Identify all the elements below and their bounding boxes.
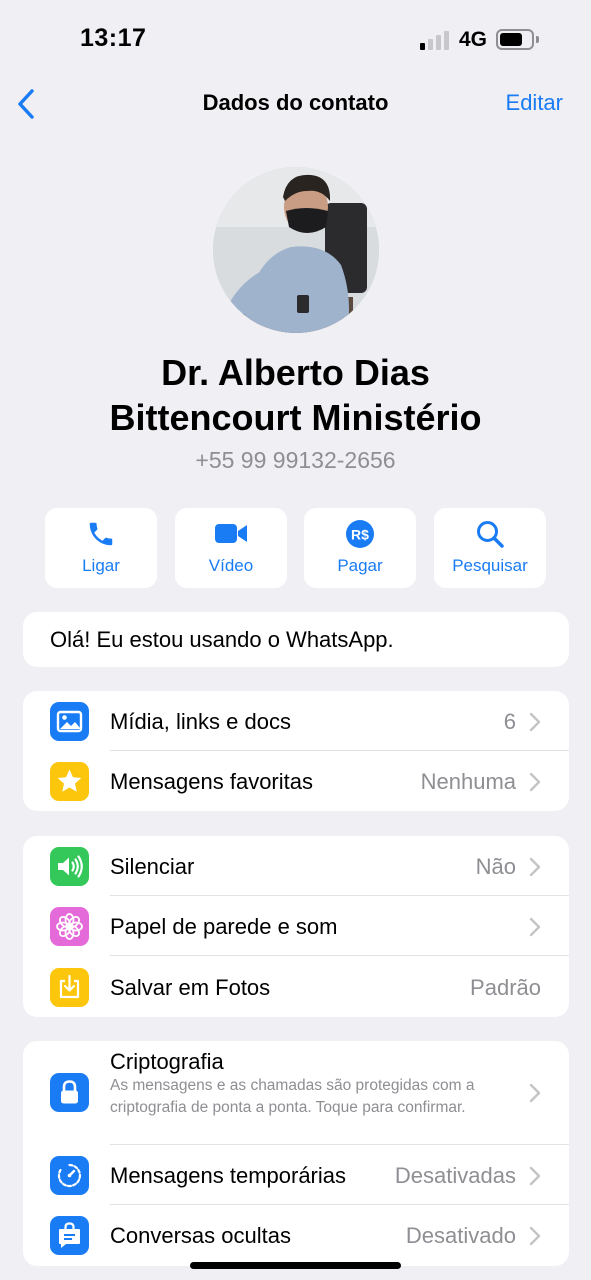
encryption-description: As mensagens e as chamadas são protegida… [110,1077,475,1116]
signal-strength-icon [420,30,452,50]
photo-icon [50,702,89,741]
save-photos-value: Padrão [470,975,541,1000]
contact-name-line-2: Bittencourt Ministério [109,397,482,438]
lock-icon [50,1073,89,1112]
media-count: 6 [503,709,516,734]
status-time: 13:17 [80,24,147,52]
chevron-right-icon [529,772,541,792]
about-text: Olá! Eu estou usando o WhatsApp. [50,627,394,652]
wallpaper-sound-row[interactable]: Papel de parede e som [23,896,569,956]
speaker-icon [50,847,89,886]
locked-chats-row[interactable]: Conversas ocultas Desativado [23,1205,569,1265]
battery-icon [496,29,534,50]
disappearing-value: Desativadas [394,1163,516,1188]
contact-phone: +55 99 99132-2656 [195,447,396,473]
battery-tip [536,36,539,43]
navigation-bar: Dados do contato Editar [0,80,591,130]
contact-name: Dr. Alberto Dias Bittencourt Ministério [0,350,591,440]
edit-button[interactable]: Editar [506,90,563,116]
save-to-photos-row[interactable]: Salvar em Fotos Padrão [23,957,569,1017]
status-bar: 13:17 4G [0,0,591,80]
call-label: Ligar [82,556,120,575]
video-camera-icon [215,524,247,543]
privacy-section: Criptografia As mensagens e as chamadas … [23,1041,569,1266]
call-button[interactable]: Ligar [45,508,157,588]
about-card[interactable]: Olá! Eu estou usando o WhatsApp. [23,612,569,667]
locked-chat-icon [50,1216,89,1255]
pay-button[interactable]: R$ Pagar [304,508,416,588]
video-label: Vídeo [208,556,254,575]
starred-messages-row[interactable]: Mensagens favoritas Nenhuma [23,751,569,811]
encryption-row[interactable]: Criptografia As mensagens e as chamadas … [23,1041,569,1145]
row-divider [110,955,569,956]
home-indicator[interactable] [190,1262,401,1269]
mute-label: Silenciar [110,854,195,879]
chevron-right-icon [529,712,541,732]
media-label: Mídia, links e docs [110,709,291,734]
encryption-label: Criptografia [110,1049,224,1074]
wallpaper-label: Papel de parede e som [110,914,338,939]
starred-label: Mensagens favoritas [110,769,313,794]
contact-avatar[interactable] [213,167,379,333]
disappearing-label: Mensagens temporárias [110,1163,347,1188]
flower-icon [50,907,89,946]
avatar-photo [213,167,379,333]
save-photos-label: Salvar em Fotos [110,975,271,1000]
chevron-right-icon [529,1083,541,1103]
action-buttons: Ligar Vídeo R$ Pagar Pesquisar [45,508,547,588]
chevron-right-icon [529,917,541,937]
chevron-right-icon [529,857,541,877]
mute-value: Não [475,854,516,879]
search-icon [477,521,504,548]
star-icon [50,762,89,801]
media-links-docs-row[interactable]: Mídia, links e docs 6 [23,691,569,751]
media-section: Mídia, links e docs 6 Mensagens favorita… [23,691,569,811]
video-button[interactable]: Vídeo [175,508,287,588]
timer-icon [50,1156,89,1195]
locked-chats-value: Desativado [405,1223,516,1248]
settings-section: Silenciar Não Papel de parede e som Salv… [23,836,569,1017]
search-button[interactable]: Pesquisar [434,508,546,588]
pay-label: Pagar [337,556,383,575]
real-currency-icon: R$ [346,520,374,548]
page-title: Dados do contato [202,90,389,115]
locked-chats-label: Conversas ocultas [110,1223,291,1248]
chevron-right-icon [529,1166,541,1186]
real-currency-symbol: R$ [351,527,369,543]
phone-icon [89,522,113,546]
chevron-right-icon [529,1226,541,1246]
mute-row[interactable]: Silenciar Não [23,836,569,896]
network-type: 4G [459,28,488,51]
contact-name-line-1: Dr. Alberto Dias [161,352,430,393]
starred-value: Nenhuma [420,769,516,794]
search-label: Pesquisar [452,556,528,575]
download-icon [50,968,89,1007]
disappearing-messages-row[interactable]: Mensagens temporárias Desativadas [23,1145,569,1205]
